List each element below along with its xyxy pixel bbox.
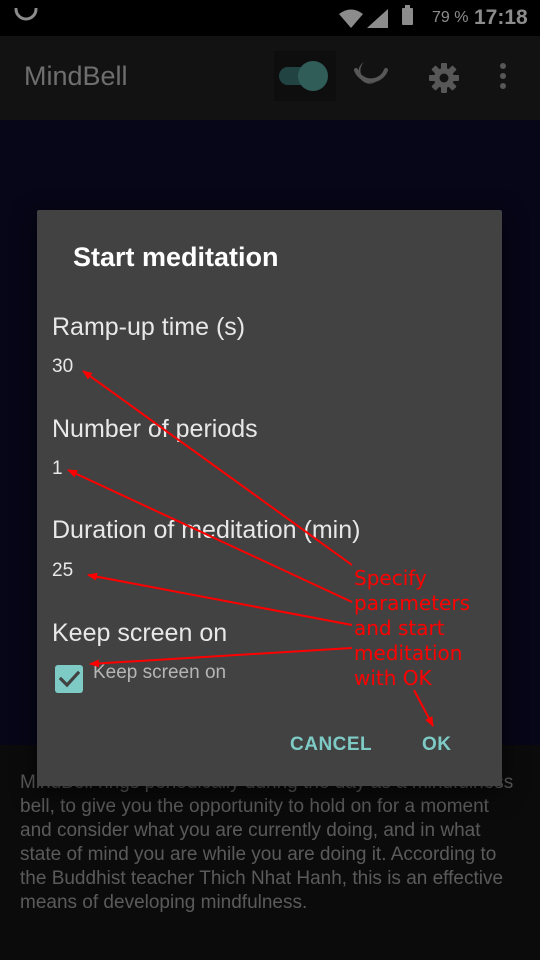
arrow-to-checkbox — [89, 647, 353, 668]
annotation-line: parameters — [354, 591, 471, 615]
annotation-arrows — [67, 370, 434, 727]
annotation-line: with OK — [354, 666, 432, 690]
arrow-to-ok — [413, 689, 434, 727]
arrow-to-ramp-up — [82, 370, 353, 566]
arrow-to-periods — [67, 469, 353, 603]
annotation-line: meditation — [354, 641, 463, 665]
annotation-line: and start — [354, 616, 445, 640]
annotation-text: Specify parameters and start meditation … — [354, 566, 494, 691]
annotation-line: Specify — [354, 566, 427, 590]
